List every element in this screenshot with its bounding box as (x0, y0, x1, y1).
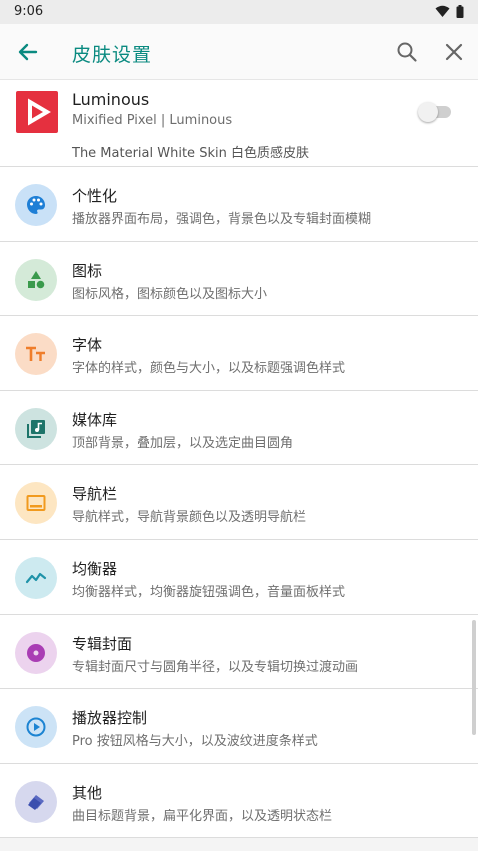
skin-logo (16, 91, 58, 133)
search-button[interactable] (394, 39, 420, 65)
toggle-thumb (418, 102, 438, 122)
menu-icon-bg (15, 631, 57, 674)
menu-item-subtitle: Pro 按钮风格与大小，以及波纹进度条样式 (72, 734, 318, 750)
palette-icon (27, 196, 45, 214)
skin-name: Luminous (72, 90, 150, 109)
library-music-icon (27, 419, 45, 438)
menu-icon-bg (15, 407, 57, 450)
skin-logo-icon (28, 98, 51, 126)
menu-item-subtitle: 播放器界面布局，强调色，背景色以及专辑封面模糊 (72, 212, 372, 227)
battery-icon (456, 5, 464, 18)
settings-menu: 个性化 播放器界面布局，强调色，背景色以及专辑封面模糊 图标 图标风格，图标颜色… (0, 167, 478, 839)
menu-item-title: 图标 (72, 261, 103, 280)
arrow-back-icon (18, 43, 38, 61)
menu-icon-bg (15, 184, 57, 226)
menu-item-equalizer[interactable]: 均衡器 均衡器样式，均衡器旋钮强调色，音量面板样式 (0, 540, 478, 615)
menu-item-library[interactable]: 媒体库 顶部背景，叠加层，以及选定曲目圆角 (0, 391, 478, 466)
menu-item-title: 个性化 (72, 187, 118, 205)
page-title: 皮肤设置 (72, 44, 153, 66)
equalizer-icon (25, 572, 47, 584)
menu-item-title: 导航栏 (72, 485, 118, 504)
menu-item-title: 均衡器 (72, 559, 118, 578)
menu-icon-bg (15, 333, 57, 376)
menu-item-other[interactable]: 其他 曲目标题背景，扁平化界面，以及透明状态栏 (0, 764, 478, 839)
status-bar: 9:06 (0, 0, 478, 24)
menu-icon-bg (15, 780, 57, 823)
app-bar: 皮肤设置 (0, 24, 478, 80)
status-time: 9:06 (14, 4, 44, 19)
back-button[interactable] (14, 38, 42, 66)
menu-item-title: 其他 (72, 783, 103, 802)
menu-item-subtitle: 顶部背景，叠加层，以及选定曲目圆角 (72, 435, 294, 451)
menu-item-title: 专辑封面 (72, 634, 133, 653)
cards-icon (28, 794, 44, 810)
menu-icon-bg (15, 556, 57, 599)
skin-toggle[interactable] (418, 102, 452, 122)
close-icon (445, 43, 463, 61)
menu-item-subtitle: 导航样式，导航背景颜色以及透明导航栏 (72, 510, 307, 526)
skin-description: The Material White Skin 白色质感皮肤 (72, 146, 309, 161)
bottom-edge (0, 838, 478, 851)
menu-icon-bg (15, 258, 57, 301)
menu-item-album-art[interactable]: 专辑封面 专辑封面尺寸与圆角半径，以及专辑切换过渡动画 (0, 615, 478, 690)
menu-item-title: 媒体库 (72, 410, 118, 429)
menu-item-navigation[interactable]: 导航栏 导航样式，导航背景颜色以及透明导航栏 (0, 465, 478, 540)
menu-item-subtitle: 字体的样式，颜色与大小，以及标题强调色样式 (72, 361, 346, 377)
menu-item-icons[interactable]: 图标 图标风格，图标颜色以及图标大小 (0, 242, 478, 317)
skin-author: Mixified Pixel | Luminous (72, 113, 233, 128)
text-size-icon (26, 346, 45, 362)
play-circle-icon (26, 717, 46, 737)
menu-item-subtitle: 专辑封面尺寸与圆角半径，以及专辑切换过渡动画 (72, 659, 359, 675)
menu-item-player-controls[interactable]: 播放器控制 Pro 按钮风格与大小，以及波纹进度条样式 (0, 689, 478, 764)
scrollbar[interactable] (472, 620, 476, 735)
menu-item-personalization[interactable]: 个性化 播放器界面布局，强调色，背景色以及专辑封面模糊 (0, 167, 478, 242)
navigation-bar-icon (26, 495, 46, 512)
search-icon (397, 42, 417, 62)
menu-icon-bg (15, 706, 57, 749)
menu-icon-bg (15, 482, 57, 525)
close-button[interactable] (441, 39, 467, 65)
menu-item-subtitle: 均衡器样式，均衡器旋钮强调色，音量面板样式 (72, 584, 346, 600)
menu-item-title: 播放器控制 (72, 709, 148, 728)
menu-item-subtitle: 图标风格，图标颜色以及图标大小 (72, 286, 268, 302)
album-disc-icon (27, 643, 45, 662)
menu-item-title: 字体 (72, 336, 103, 355)
shapes-icon (28, 270, 45, 288)
skin-card[interactable]: Luminous Mixified Pixel | Luminous The M… (0, 81, 478, 167)
status-icons (435, 5, 464, 18)
menu-item-subtitle: 曲目标题背景，扁平化界面，以及透明状态栏 (72, 808, 333, 824)
wifi-icon (435, 5, 450, 17)
menu-item-font[interactable]: 字体 字体的样式，颜色与大小，以及标题强调色样式 (0, 316, 478, 391)
